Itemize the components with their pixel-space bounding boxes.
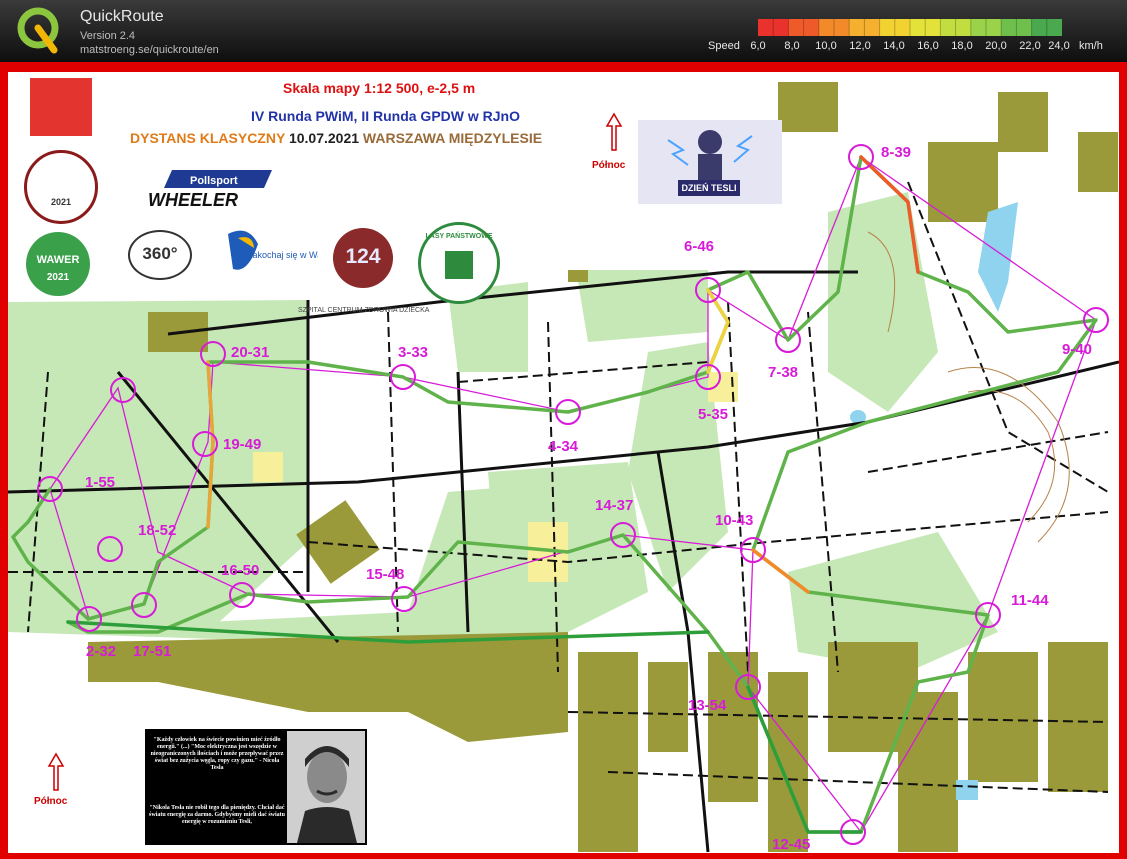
event-location: WARSZAWA MIĘDZYLESIE bbox=[362, 130, 543, 146]
hospital-label: SZPITAL CENTRUM ZDROWIA DZIECKA bbox=[298, 307, 430, 314]
control-label: 7-38 bbox=[768, 364, 799, 381]
quote-text-2: "Nikola Tesla nie robił tego dla pienięd… bbox=[149, 805, 285, 825]
speed-tick: 10,0 bbox=[815, 40, 837, 52]
control-label: 17-51 bbox=[133, 643, 172, 660]
tesla-quote: "Każdy człowiek na świecie powinien mieć… bbox=[145, 729, 367, 845]
speed-tick: 8,0 bbox=[784, 40, 800, 52]
control-label: 12-45 bbox=[772, 836, 811, 853]
app-titlebar: QuickRoute Version 2.4 matstroeng.se/qui… bbox=[0, 0, 1127, 62]
control-label: 13-54 bbox=[688, 697, 727, 714]
event-date: 10.07.2021 bbox=[288, 130, 360, 146]
wawer-logo: WAWER 2021 bbox=[26, 232, 90, 296]
badge-year: 2021 bbox=[50, 197, 72, 207]
speed-color-scale bbox=[758, 19, 1062, 36]
wheeler-name: WHEELER bbox=[148, 190, 238, 210]
control-label: 4-34 bbox=[548, 438, 579, 455]
lasy-text: LASY PAŃSTWOWE bbox=[425, 233, 493, 240]
club-badge: 2021 bbox=[24, 150, 98, 224]
control-label: 9-40 bbox=[1062, 341, 1093, 358]
wawer-text: WAWER bbox=[36, 254, 80, 266]
orienteering-map[interactable]: SZPITAL CENTRUM ZDROWIA DZIECKA 2021 Pol… bbox=[8, 72, 1119, 853]
control-label: 2-32 bbox=[86, 643, 117, 660]
speed-tick: 20,0 bbox=[985, 40, 1007, 52]
north-label: Północ bbox=[34, 796, 68, 807]
control-label: 15-48 bbox=[366, 566, 405, 583]
speed-tick: 6,0 bbox=[750, 40, 766, 52]
control-label: 11-44 bbox=[1011, 592, 1049, 609]
zakochaj-logo: zakochaj się w Wawrze bbox=[228, 230, 318, 270]
control-label: 18-52 bbox=[138, 522, 177, 539]
event-line: DYSTANS KLASYCZNY 10.07.2021 WARSZAWA MI… bbox=[130, 130, 542, 146]
speed-unit: km/h bbox=[1079, 40, 1103, 52]
quickroute-logo bbox=[17, 7, 59, 54]
lasy-emblem bbox=[445, 251, 473, 279]
lasy-panstwowe-logo: LASY PAŃSTWOWE bbox=[418, 222, 500, 304]
control-label: 3-33 bbox=[398, 344, 429, 361]
wheeler-logo: Pollsport WHEELER bbox=[148, 170, 272, 210]
map-header: 2021 Pollsport WHEELER WAWER 2021 360° z… bbox=[8, 72, 782, 304]
speed-label: Speed bbox=[708, 40, 740, 52]
control-label: 5-35 bbox=[698, 406, 729, 423]
control-label: 14-37 bbox=[595, 497, 634, 514]
app-title: QuickRoute bbox=[80, 8, 164, 25]
app-version: Version 2.4 bbox=[80, 30, 136, 42]
wawer-year: 2021 bbox=[46, 272, 70, 283]
logo-360: 360° bbox=[128, 230, 192, 280]
speed-tick: 16,0 bbox=[917, 40, 939, 52]
club-logo bbox=[30, 78, 92, 136]
control-label: 19-49 bbox=[223, 436, 262, 453]
logo-360-text: 360° bbox=[142, 244, 178, 263]
control-label: 10-43 bbox=[715, 512, 754, 529]
speed-tick: 24,0 bbox=[1048, 40, 1070, 52]
control-label: 20-31 bbox=[231, 344, 270, 361]
control-label: 16-50 bbox=[221, 562, 260, 579]
control-label: 1-55 bbox=[85, 474, 116, 491]
app-url[interactable]: matstroeng.se/quickroute/en bbox=[80, 44, 219, 56]
speed-tick: 14,0 bbox=[883, 40, 905, 52]
north-label: Północ bbox=[592, 160, 626, 171]
speed-tick: 18,0 bbox=[951, 40, 973, 52]
tesla-label: DZIEŃ TESLI bbox=[678, 180, 740, 196]
wheeler-brand: Pollsport bbox=[190, 175, 238, 187]
speed-tick: 12,0 bbox=[849, 40, 871, 52]
control-label: 6-46 bbox=[684, 238, 715, 255]
zakochaj-text: zakochaj się w Wawrze bbox=[248, 250, 318, 260]
logo-124-text: 124 bbox=[345, 245, 381, 268]
north-arrow-icon bbox=[47, 752, 65, 791]
event-discipline: DYSTANS KLASYCZNY bbox=[130, 130, 286, 146]
event-title: IV Runda PWiM, II Runda GPDW w RJnO bbox=[251, 108, 520, 124]
control-label: 8-39 bbox=[881, 144, 912, 161]
tesla-day-logo: DZIEŃ TESLI bbox=[638, 120, 782, 204]
map-scale: Skala mapy 1:12 500, e-2,5 m bbox=[283, 80, 476, 96]
north-arrow-icon bbox=[605, 112, 623, 151]
quote-text-1: "Każdy człowiek na świecie powinien mieć… bbox=[150, 737, 284, 771]
logo-124: 124 bbox=[333, 228, 393, 288]
tesla-portrait bbox=[287, 731, 365, 843]
